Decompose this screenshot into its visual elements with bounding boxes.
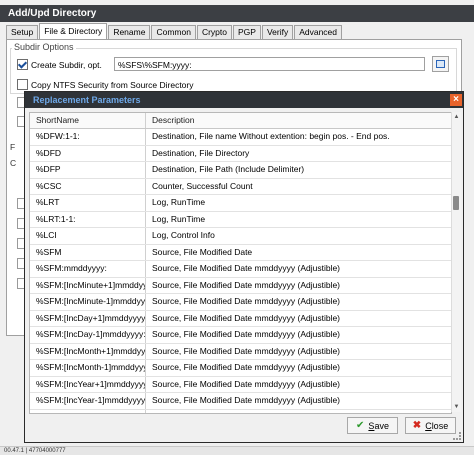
table-row[interactable]: %SFM:[IncMinute+1]mmddyyyy: Source, File … [30, 277, 451, 294]
close-button[interactable]: ✖ Close [405, 417, 456, 434]
create-subdir-checkbox[interactable] [17, 59, 28, 70]
table-row[interactable]: %SFM:[IncMonth-1]mmddyyyy: Source, File M… [30, 360, 451, 377]
table-row[interactable]: %DFP Destination, File Path (Include Deli… [30, 162, 451, 179]
cell-shortname: %SFM:mmddyyyy: [30, 261, 146, 277]
cell-description: Log, Control Info [152, 230, 215, 240]
table-row[interactable]: %SFM:[IncMinute-1]mmddyyyy: Source, File … [30, 294, 451, 311]
copy-ntfs-checkbox[interactable] [17, 79, 28, 90]
partial-label: C [10, 158, 17, 168]
cell-description: Source, File Modified Date mmddyyyy (Adj… [152, 378, 341, 389]
table-header: ShortName Description [30, 113, 451, 129]
table-row[interactable]: %SFM:[IncYear+1]mmddyyyy: Source, File Mo… [30, 376, 451, 393]
table-row[interactable]: %SFM:[IncYear-1]mmddyyyy: Source, File Mo… [30, 393, 451, 410]
cell-shortname: %MST [30, 409, 146, 413]
cell-shortname: %SFM:[IncMinute-1]mmddyyyy: [30, 294, 146, 310]
save-button[interactable]: ✔ Save [347, 417, 398, 434]
copy-ntfs-label: Copy NTFS Security from Source Directory [31, 79, 194, 90]
subdir-pattern-input[interactable]: %SFS\%SFM:yyyy: [114, 57, 425, 71]
cell-shortname: %DFP [30, 162, 146, 178]
table-row[interactable]: %MSTMP3 ID3V2, Song Title [30, 409, 451, 414]
cell-shortname: %SFM:[IncMonth+1]mmddyyyy: [30, 343, 146, 359]
tab-crypto[interactable]: Crypto [196, 25, 232, 39]
cell-shortname: %SFM:[IncYear-1]mmddyyyy: [30, 393, 146, 409]
cell-shortname: %SFM:[IncYear+1]mmddyyyy: [30, 376, 146, 392]
cell-description: Source, File Modified Date mmddyyyy (Adj… [152, 362, 341, 372]
cell-description: Destination, File name Without extention… [152, 131, 390, 141]
cell-shortname: %LRT [30, 195, 146, 211]
cell-description: Source, File Modified Date mmddyyyy (Adj… [152, 279, 341, 290]
table-row[interactable]: %LCI Log, Control Info [30, 228, 451, 245]
cell-shortname: %LCI [30, 228, 146, 244]
cell-shortname: %SFM [30, 244, 146, 260]
table-row[interactable]: %SFM Source, File Modified Date [30, 244, 451, 261]
checkmark-icon: ✔ [356, 419, 365, 431]
cell-shortname: %DFD [30, 145, 146, 161]
cell-description: Destination, File Directory [152, 147, 250, 158]
cell-description: Source, File Modified Date mmddyyyy (Adj… [152, 329, 341, 339]
cell-shortname: %SFM:[IncMinute+1]mmddyyyy: [30, 277, 146, 293]
cell-shortname: %DFW:1-1: [30, 129, 146, 145]
column-header-shortname[interactable]: ShortName [30, 113, 146, 128]
subdir-options-label: Subdir Options [12, 42, 76, 52]
tab-file-directory[interactable]: File & Directory [39, 23, 108, 39]
close-button-label: Close [425, 420, 449, 431]
cell-shortname: %SFM:[IncDay-1]mmddyyyy: [30, 327, 146, 343]
parameters-table: ShortName Description %DFW:1-1: Destinati… [29, 112, 452, 414]
cell-shortname: %SFM:[IncMonth-1]mmddyyyy: [30, 360, 146, 376]
tab-common[interactable]: Common [151, 25, 196, 39]
cell-description: Source, File Modified Date mmddyyyy (Adj… [152, 312, 341, 323]
tab-setup[interactable]: Setup [6, 25, 39, 39]
table-row[interactable]: %SFM:[IncMonth+1]mmddyyyy: Source, File M… [30, 343, 451, 360]
table-row[interactable]: %DFD Destination, File Directory [30, 145, 451, 162]
tab-strip: Setup File & Directory Rename Common Cry… [6, 23, 343, 39]
table-row[interactable]: %DFW:1-1: Destination, File name Without … [30, 129, 451, 146]
dialog-title: Replacement Parameters [25, 92, 463, 108]
pick-parameter-button[interactable] [432, 56, 449, 72]
tab-verify[interactable]: Verify [261, 25, 294, 39]
cell-description: Log, RunTime [152, 213, 206, 224]
x-icon: ✖ [412, 419, 422, 431]
cell-description: Source, File Modified Date mmddyyyy (Adj… [152, 263, 341, 273]
tab-rename[interactable]: Rename [108, 25, 151, 39]
cell-description: MP3 ID3V2, Song Title [146, 410, 451, 414]
tab-pgp[interactable]: PGP [232, 25, 261, 39]
scroll-up-icon[interactable]: ▲ [452, 112, 461, 122]
window-title: Add/Upd Directory [0, 5, 474, 22]
table-body: %DFW:1-1: Destination, File name Without … [30, 129, 451, 414]
scroll-thumb[interactable] [453, 196, 459, 210]
vertical-scrollbar[interactable]: ▲ ▼ [451, 112, 461, 412]
resize-grip-icon[interactable] [453, 432, 461, 440]
close-icon[interactable]: × [450, 94, 462, 106]
cell-shortname: %SFM:[IncDay+1]mmddyyyy: [30, 310, 146, 326]
cell-description: Source, File Modified Date [152, 246, 253, 257]
table-row[interactable]: %CSC Counter, Successful Count [30, 178, 451, 195]
table-row[interactable]: %SFM:[IncDay-1]mmddyyyy: Source, File Mod… [30, 327, 451, 344]
cell-description: Source, File Modified Date mmddyyyy (Adj… [152, 345, 341, 356]
create-subdir-label: Create Subdir, opt. [31, 59, 102, 70]
create-subdir-row[interactable]: Create Subdir, opt. [17, 59, 102, 70]
cell-description: Log, RunTime [152, 197, 206, 207]
table-row[interactable]: %LRT:1-1: Log, RunTime [30, 211, 451, 228]
partial-label: F [10, 142, 16, 152]
save-button-label: Save [368, 420, 389, 431]
cell-shortname: %LRT:1-1: [30, 211, 146, 227]
cell-shortname: %CSC [30, 178, 146, 194]
replacement-parameters-dialog: Replacement Parameters × ShortName Descr… [25, 92, 463, 442]
cell-description: Source, File Modified Date mmddyyyy (Adj… [152, 395, 341, 405]
tab-advanced[interactable]: Advanced [294, 25, 343, 39]
cell-description: Counter, Successful Count [152, 180, 253, 191]
table-row[interactable]: %SFM:mmddyyyy: Source, File Modified Date… [30, 261, 451, 278]
copy-ntfs-row[interactable]: Copy NTFS Security from Source Directory [17, 79, 193, 90]
window-icon [436, 60, 445, 68]
column-header-description[interactable]: Description [146, 113, 451, 128]
scroll-down-icon[interactable]: ▼ [452, 402, 461, 412]
table-row[interactable]: %LRT Log, RunTime [30, 195, 451, 212]
table-row[interactable]: %SFM:[IncDay+1]mmddyyyy: Source, File Mod… [30, 310, 451, 327]
cell-description: Destination, File Path (Include Delimite… [152, 164, 305, 174]
cell-description: Source, File Modified Date mmddyyyy (Adj… [152, 296, 341, 306]
